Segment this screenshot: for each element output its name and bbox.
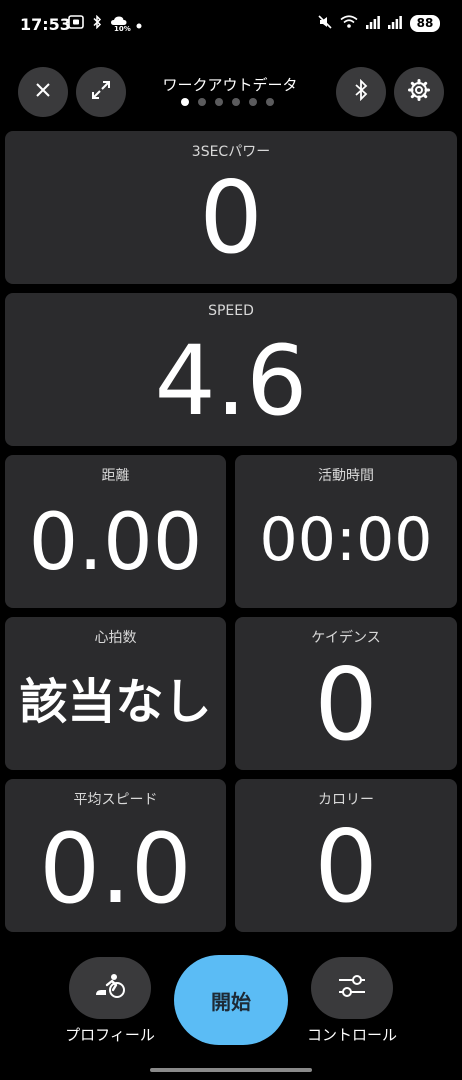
page-dot[interactable] — [198, 98, 206, 106]
settings-button[interactable] — [394, 67, 444, 117]
tile-value: 0.00 — [28, 498, 203, 588]
expand-icon — [90, 79, 112, 105]
tile-value: 00:00 — [259, 505, 433, 575]
tile-average-speed[interactable]: 平均スピード 0.0 — [5, 779, 226, 932]
cyclist-icon — [93, 973, 127, 1003]
signal-icon-2 — [388, 14, 402, 33]
tile-calories[interactable]: カロリー 0 — [235, 779, 457, 932]
tile-label: ケイデンス — [311, 630, 381, 646]
tile-value: 0 — [314, 808, 378, 925]
close-button[interactable] — [18, 67, 68, 117]
tile-distance[interactable]: 距離 0.00 — [5, 455, 226, 608]
status-left-icons: 10% — [68, 14, 142, 33]
gear-icon — [407, 78, 431, 106]
tile-speed[interactable]: SPEED 4.6 — [5, 293, 457, 446]
page-dot[interactable] — [181, 98, 189, 106]
tile-active-time[interactable]: 活動時間 00:00 — [235, 455, 457, 608]
top-bar: ワークアウトデータ — [0, 66, 462, 118]
weather-percent: 10% — [114, 24, 131, 33]
tile-3sec-power[interactable]: 3SECパワー 0 — [5, 131, 457, 284]
tile-label: SPEED — [208, 303, 254, 319]
start-label: 開始 — [211, 989, 251, 1014]
status-time: 17:53 — [20, 15, 71, 34]
close-icon — [35, 82, 51, 102]
battery-indicator: 88 — [410, 15, 440, 32]
screenshot-icon — [68, 14, 84, 33]
mute-icon — [318, 14, 332, 33]
page-dot[interactable] — [215, 98, 223, 106]
wifi-icon — [340, 14, 358, 33]
tile-value: 0.0 — [39, 813, 192, 925]
bluetooth-status-icon — [92, 14, 102, 33]
tile-label: 距離 — [101, 468, 130, 484]
tile-heart-rate[interactable]: 心拍数 該当なし — [5, 617, 226, 770]
page-dot[interactable] — [249, 98, 257, 106]
bluetooth-icon — [354, 78, 368, 105]
page-dot[interactable] — [266, 98, 274, 106]
tile-label: 平均スピード — [73, 792, 158, 808]
page-dot[interactable] — [232, 98, 240, 106]
tile-cadence[interactable]: ケイデンス 0 — [235, 617, 457, 770]
tile-label: 心拍数 — [94, 630, 137, 646]
start-button[interactable]: 開始 — [174, 955, 288, 1045]
tile-value: 0 — [314, 646, 378, 763]
sliders-icon — [337, 973, 367, 1003]
weather-icon: 10% — [110, 15, 131, 33]
home-indicator[interactable] — [150, 1068, 312, 1072]
notification-dot-icon — [136, 14, 142, 33]
tile-value: 該当なし — [19, 674, 212, 730]
controls-label[interactable]: コントロール — [297, 1024, 407, 1045]
status-right-icons: 88 — [318, 14, 440, 33]
tile-label: 活動時間 — [318, 468, 374, 484]
tile-value: 0 — [199, 159, 263, 276]
profile-button[interactable] — [69, 957, 151, 1019]
fullscreen-button[interactable] — [76, 67, 126, 117]
status-bar: 17:53 10% 88 — [0, 0, 462, 50]
signal-icon-1 — [366, 14, 380, 33]
page-indicator[interactable] — [181, 98, 274, 106]
controls-button[interactable] — [311, 957, 393, 1019]
tile-value: 4.6 — [154, 325, 308, 437]
profile-label[interactable]: プロフィール — [55, 1024, 165, 1045]
bluetooth-button[interactable] — [336, 67, 386, 117]
page-title: ワークアウトデータ — [162, 76, 298, 94]
tile-label: カロリー — [318, 792, 374, 808]
